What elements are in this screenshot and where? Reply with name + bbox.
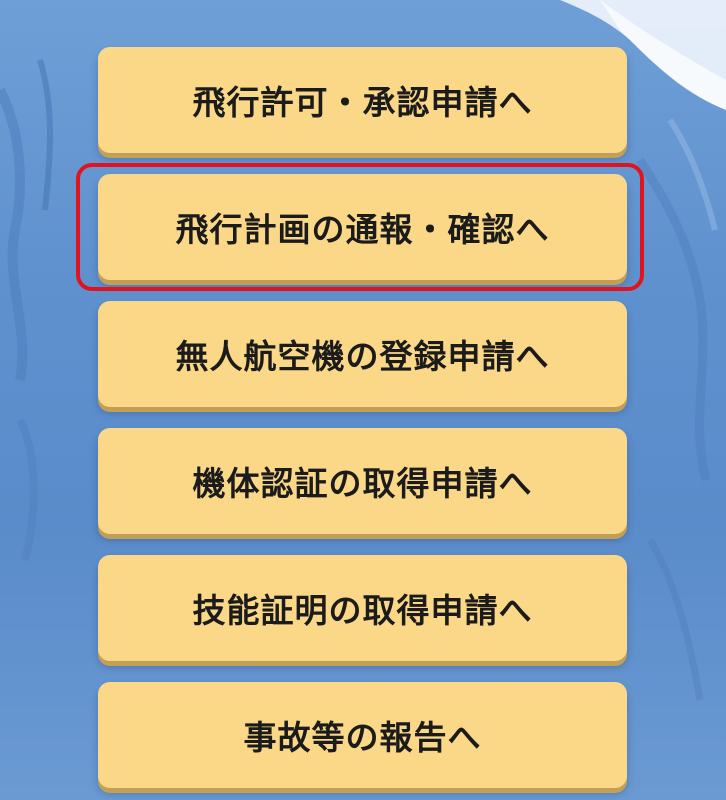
flight-plan-button[interactable]: 飛行計画の通報・確認へ — [98, 174, 627, 280]
flight-permission-button[interactable]: 飛行許可・承認申請へ — [98, 47, 627, 153]
accident-report-label: 事故等の報告へ — [243, 718, 482, 757]
drone-registration-label: 無人航空機の登録申請へ — [175, 337, 550, 376]
airframe-certification-label: 機体認証の取得申請へ — [192, 464, 533, 503]
flight-permission-label: 飛行許可・承認申請へ — [192, 83, 533, 122]
pilot-certification-label: 技能証明の取得申請へ — [192, 591, 533, 630]
application-menu: 飛行許可・承認申請へ 飛行計画の通報・確認へ 無人航空機の登録申請へ 機体認証の… — [0, 0, 726, 800]
airframe-certification-button[interactable]: 機体認証の取得申請へ — [98, 428, 627, 534]
drone-registration-button[interactable]: 無人航空機の登録申請へ — [98, 301, 627, 407]
flight-plan-label: 飛行計画の通報・確認へ — [175, 210, 550, 249]
accident-report-button[interactable]: 事故等の報告へ — [98, 682, 627, 788]
pilot-certification-button[interactable]: 技能証明の取得申請へ — [98, 555, 627, 661]
